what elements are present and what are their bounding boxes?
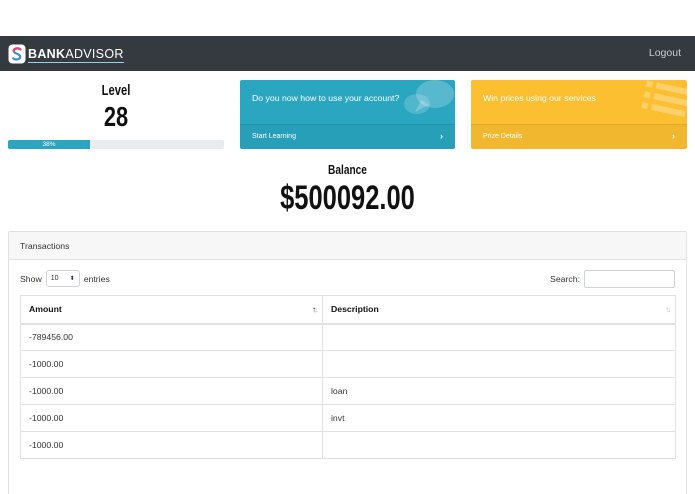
level-value: 28: [103, 101, 129, 132]
entries-label: entries: [83, 273, 110, 284]
description-cell: [322, 350, 676, 378]
entries-select-value: 10: [50, 275, 59, 282]
show-label: Show: [20, 273, 42, 284]
list-icon: [641, 80, 687, 117]
amount-cell: -1000.00: [20, 350, 323, 378]
prizes-card: Win prices using our services Prize Deta…: [471, 80, 687, 149]
search-input[interactable]: [584, 270, 675, 288]
description-cell: [322, 431, 676, 459]
description-cell: invt: [322, 404, 676, 432]
description-cell: [322, 323, 676, 351]
transactions-title: Transactions: [20, 241, 70, 251]
entries-select[interactable]: 10 ⬍: [45, 270, 80, 287]
start-learning-label: Start Learning: [252, 133, 296, 140]
amount-cell: -1000.00: [20, 404, 323, 432]
chat-bubbles-icon: [404, 80, 454, 114]
brand-name: BANKADVISOR: [28, 47, 124, 63]
level-widget: Level 28: [8, 80, 224, 131]
bank-advisor-logo-icon: [8, 44, 26, 64]
table-row: -1000.00 loan: [20, 377, 676, 405]
column-header-description[interactable]: Description ↑↓: [322, 295, 676, 325]
prize-details-label: Prize Details: [483, 133, 523, 140]
transactions-header: Transactions: [9, 232, 686, 260]
chevron-right-icon: ›: [672, 131, 675, 141]
learning-card-title: Do you now how to use your account?: [252, 93, 400, 103]
amount-cell: -789456.00: [20, 323, 323, 351]
learning-card: Do you now how to use your account? Star…: [240, 80, 455, 149]
balance-value: $500092.00: [280, 179, 415, 217]
amount-cell: -1000.00: [20, 431, 323, 459]
level-progress-bar: 38%: [8, 140, 91, 149]
transactions-panel: Transactions Show 10 ⬍ entries Search: A…: [8, 231, 687, 494]
table-row: -1000.00 invt: [20, 404, 676, 432]
select-caret-icon: ⬍: [69, 276, 75, 282]
chevron-right-icon: ›: [440, 131, 443, 141]
start-learning-link[interactable]: Start Learning ›: [240, 124, 455, 149]
table-header-row: Amount ↑↓ Description ↑↓: [20, 295, 676, 325]
prize-details-link[interactable]: Prize Details ›: [471, 124, 687, 149]
sort-icon: ↑↓: [665, 305, 671, 314]
page-length-control: Show 10 ⬍ entries: [20, 270, 110, 287]
table-row: -789456.00: [20, 323, 676, 351]
table-row: -1000.00: [20, 350, 676, 378]
table-search: Search:: [550, 270, 675, 288]
column-header-amount[interactable]: Amount ↑↓: [20, 295, 323, 325]
brand-link[interactable]: BANKADVISOR: [8, 43, 124, 65]
prizes-card-title: Win prices using our services: [483, 93, 596, 103]
level-progress: 38%: [8, 140, 224, 149]
description-cell: loan: [322, 377, 676, 405]
balance-label: Balance: [328, 162, 367, 177]
logout-link[interactable]: Logout: [649, 47, 681, 59]
sort-ascending-icon: ↑↓: [312, 305, 318, 314]
transactions-table: Amount ↑↓ Description ↑↓ -789456.00 -100…: [20, 295, 676, 459]
level-label: Level: [101, 82, 131, 99]
table-row: -1000.00: [20, 431, 676, 459]
search-label: Search:: [550, 274, 580, 284]
top-navbar: BANKADVISOR Logout: [0, 36, 695, 71]
amount-cell: -1000.00: [20, 377, 323, 405]
